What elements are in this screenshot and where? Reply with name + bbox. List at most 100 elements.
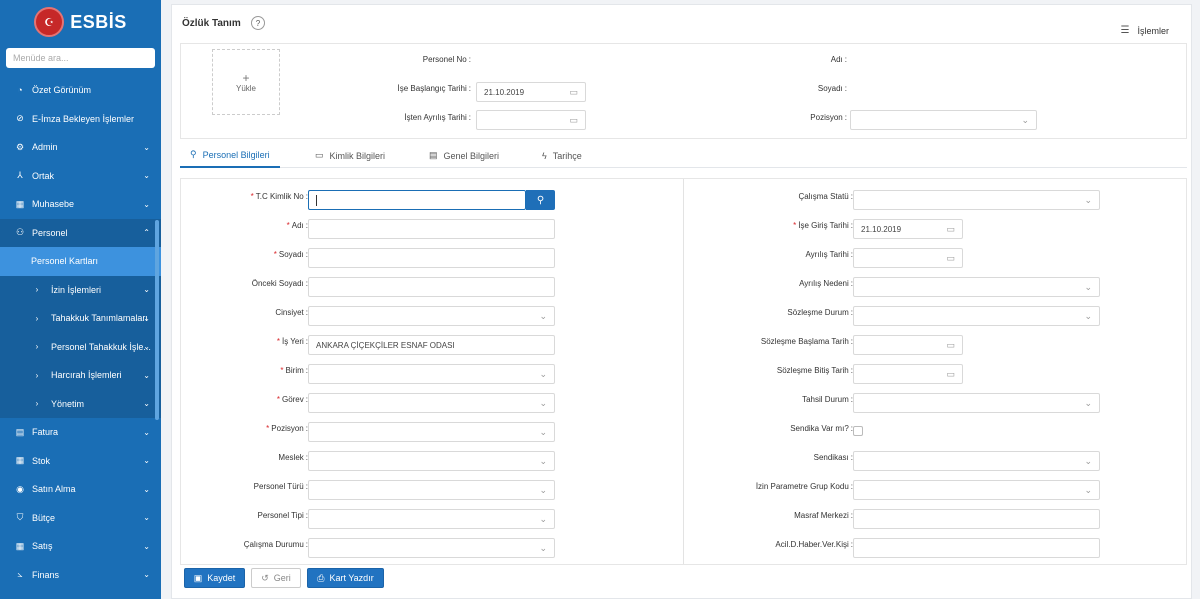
plus-icon: +: [242, 70, 250, 85]
sidebar-item-personel[interactable]: ⚇ Personel ⌃: [0, 218, 161, 247]
back-button[interactable]: ↺ Geri: [251, 568, 301, 588]
sidebar-item-satis[interactable]: ▦ Satış ⌄: [0, 532, 161, 561]
sidebar-item-personel-kartlari[interactable]: Personel Kartları: [0, 247, 161, 276]
sidebar-item-stok[interactable]: ▦ Stok ⌄: [0, 447, 161, 476]
masraf-merkezi-input[interactable]: [853, 509, 1100, 529]
photo-upload[interactable]: + Yükle: [212, 49, 280, 115]
help-button[interactable]: ?: [251, 16, 265, 30]
sidebar-item-fatura[interactable]: ▤ Fatura ⌄: [0, 418, 161, 447]
chevron-down-icon: ⌄: [539, 426, 547, 437]
sozlesme-durum-select[interactable]: ⌄: [853, 306, 1100, 326]
gorev-select[interactable]: ⌄: [308, 393, 555, 413]
sidebar-item-finans[interactable]: ⦣ Finans ⌄: [0, 561, 161, 590]
soyadi-input[interactable]: [308, 248, 555, 268]
sidebar-item-label: Tahakkuk Tanımlamaları: [51, 313, 148, 324]
save-button[interactable]: ▣ Kaydet: [184, 568, 245, 588]
chevron-down-icon: ⌄: [143, 342, 150, 352]
chevron-down-icon: ⌄: [539, 368, 547, 379]
ise-baslangic-date-field[interactable]: 21.10.2019 ▭: [476, 82, 586, 102]
chevron-down-icon: ⌄: [539, 542, 547, 553]
pozisyon-select[interactable]: ⌄: [850, 110, 1037, 130]
ayrilis-nedeni-select[interactable]: ⌄: [853, 277, 1100, 297]
sozlesme-bitis-field[interactable]: ▭: [853, 364, 963, 384]
brand[interactable]: ☪ ESBİS: [0, 0, 161, 44]
sidebar-item-muhasebe[interactable]: ▦ Muhasebe ⌄: [0, 190, 161, 219]
is-yeri-input[interactable]: ANKARA ÇİÇEKÇİLER ESNAF ODASI: [308, 335, 555, 355]
meslek-label: Meslek:: [278, 453, 308, 462]
tab-genel-bilgileri[interactable]: ▤ Genel Bilgileri: [429, 143, 499, 168]
tab-personel-bilgileri[interactable]: ⚲ Personel Bilgileri: [180, 143, 280, 168]
chevron-down-icon: ⌄: [539, 513, 547, 524]
tab-tarihce[interactable]: ϟ Tarihçe: [542, 143, 582, 168]
grid-icon: ▦: [15, 455, 25, 466]
pozisyon-label: Pozisyon:: [810, 113, 847, 122]
personel-no-label: Personel No:: [422, 55, 471, 64]
adi-field-label: * Adı:: [286, 221, 308, 230]
ayrilis-tarihi-field[interactable]: ▭: [853, 248, 963, 268]
sidebar-item-izin-islemleri[interactable]: › İzin İşlemleri ⌄: [0, 275, 161, 304]
isten-ayrilis-date-field[interactable]: ▭: [476, 110, 586, 130]
sales-icon: ▦: [15, 540, 25, 551]
chevron-right-icon: ›: [35, 370, 39, 380]
cinsiyet-select[interactable]: ⌄: [308, 306, 555, 326]
history-icon: ϟ: [542, 150, 547, 161]
birim-select[interactable]: ⌄: [308, 364, 555, 384]
ise-giris-tarihi-field[interactable]: 21.10.2019 ▭: [853, 219, 963, 239]
sidebar-item-label: Yönetim: [51, 398, 85, 409]
calisma-statu-select[interactable]: ⌄: [853, 190, 1100, 210]
chevron-down-icon: ⌄: [1084, 397, 1092, 408]
chevron-down-icon: ⌄: [1084, 194, 1092, 205]
chevron-down-icon: ⌄: [143, 199, 150, 209]
tc-kimlik-no-input[interactable]: [308, 190, 526, 210]
pozisyon-field-select[interactable]: ⌄: [308, 422, 555, 442]
calisma-durumu-select[interactable]: ⌄: [308, 538, 555, 558]
brand-name: ESBİS: [70, 11, 127, 32]
sidebar-item-label: İzin İşlemleri: [51, 284, 102, 295]
menu-search-input[interactable]: Menüde ara...: [6, 48, 155, 68]
sendika-var-mi-checkbox[interactable]: [853, 426, 863, 436]
actions-menu-button[interactable]: ☰ İşlemler: [1121, 25, 1169, 36]
sidebar-item-e-imza[interactable]: ⊘ E-İmza Bekleyen İşlemler: [0, 105, 161, 134]
tab-kimlik-bilgileri[interactable]: ▭ Kimlik Bilgileri: [315, 143, 385, 168]
calendar-icon: ▭: [946, 223, 955, 234]
sidebar-scrollbar[interactable]: [155, 220, 159, 420]
izin-parametre-grup-select[interactable]: ⌄: [853, 480, 1100, 500]
sidebar-item-harcirah-islemleri[interactable]: › Harcırah İşlemleri ⌄: [0, 361, 161, 390]
user-icon: ⚲: [190, 149, 197, 159]
tc-search-button[interactable]: ⚲: [526, 190, 555, 210]
acil-haber-kisi-input[interactable]: [853, 538, 1100, 558]
personel-turu-label: Personel Türü:: [253, 482, 308, 491]
calisma-durumu-label: Çalışma Durumu:: [243, 540, 308, 549]
sidebar-item-ozet-gorunum[interactable]: ◔ Özet Görünüm: [0, 76, 161, 105]
chevron-right-icon: ›: [35, 342, 39, 352]
calendar-icon: ▭: [946, 339, 955, 350]
sidebar-item-label: Fatura: [32, 427, 59, 438]
print-card-button[interactable]: ⎙ Kart Yazdır: [307, 568, 384, 588]
sozlesme-baslama-field[interactable]: ▭: [853, 335, 963, 355]
personel-tipi-select[interactable]: ⌄: [308, 509, 555, 529]
column-divider: [683, 179, 684, 564]
sidebar-item-admin[interactable]: ⚙ Admin ⌄: [0, 133, 161, 162]
meslek-select[interactable]: ⌄: [308, 451, 555, 471]
users-icon: ⚇: [15, 227, 25, 238]
sidebar-item-yonetim[interactable]: › Yönetim ⌄: [0, 389, 161, 418]
gorev-label: * Görev:: [276, 395, 308, 404]
chevron-down-icon: ⌄: [143, 285, 150, 295]
onceki-soyadi-input[interactable]: [308, 277, 555, 297]
sendikasi-select[interactable]: ⌄: [853, 451, 1100, 471]
sidebar-item-tahakkuk-tanimlamalari[interactable]: › Tahakkuk Tanımlamaları ⌄: [0, 304, 161, 333]
calendar-icon: ▭: [946, 252, 955, 263]
adi-input[interactable]: [308, 219, 555, 239]
sidebar-item-butce[interactable]: ⛉ Bütçe ⌄: [0, 504, 161, 533]
personel-tipi-label: Personel Tipi:: [257, 511, 308, 520]
sidebar-item-personel-tahakkuk[interactable]: › Personel Tahakkuk İşle... ⌄: [0, 332, 161, 361]
sendika-var-mi-label: Sendika Var mı?:: [790, 424, 853, 433]
sidebar-item-satin-alma[interactable]: ◉ Satın Alma ⌄: [0, 475, 161, 504]
chevron-right-icon: ›: [35, 399, 39, 409]
sidebar-item-ortak[interactable]: ⅄ Ortak ⌄: [0, 162, 161, 191]
id-card-icon: ▭: [315, 150, 324, 160]
sidebar: ☪ ESBİS Menüde ara... ◔ Özet Görünüm ⊘ E-İ…: [0, 0, 161, 599]
personel-turu-select[interactable]: ⌄: [308, 480, 555, 500]
tahsil-durum-select[interactable]: ⌄: [853, 393, 1100, 413]
actions-label: İşlemler: [1137, 25, 1169, 36]
